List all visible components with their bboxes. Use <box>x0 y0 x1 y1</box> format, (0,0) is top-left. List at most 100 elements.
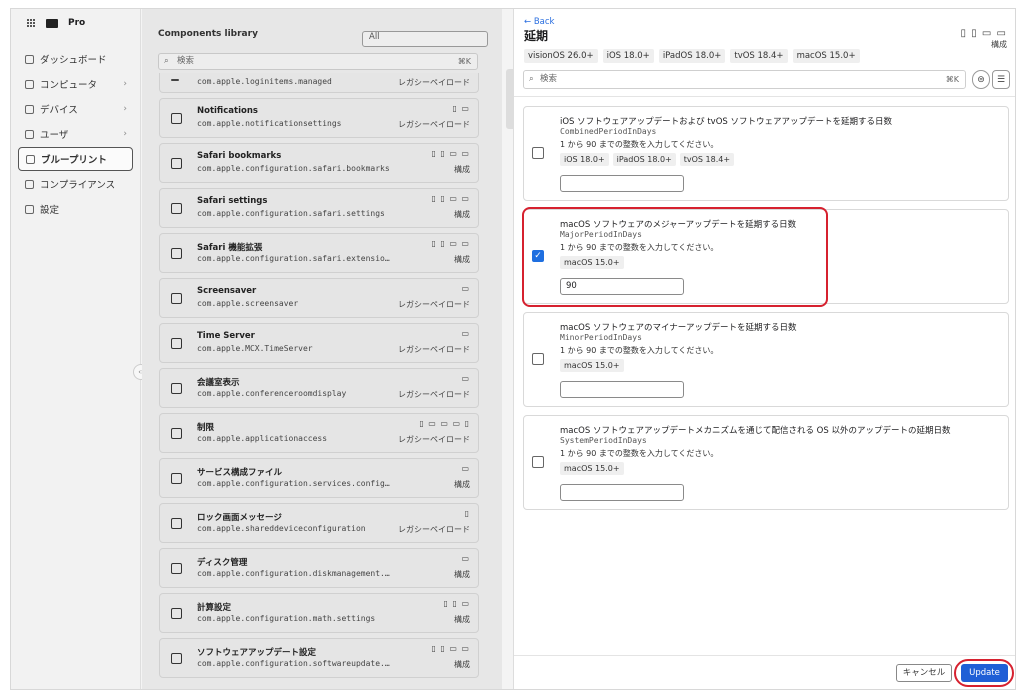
document-icon <box>171 473 182 484</box>
card-subtitle: com.apple.conferenceroomdisplay <box>197 389 347 398</box>
filter-button[interactable]: ⊜ <box>972 70 990 89</box>
components-library: Components library All ⌕ 検索 ⌘K com.apple… <box>142 9 502 689</box>
device-icons: ▭ <box>461 329 470 338</box>
days-input[interactable] <box>560 484 684 501</box>
setting-os-tags: iOS 18.0+ iPadOS 18.0+ tvOS 18.4+ <box>560 153 735 166</box>
card-title: 制限 <box>197 423 215 433</box>
settings-panel: ← Back 延期 ▯ ▯ ▭ ▭ 構成 visionOS 26.0+ iOS … <box>513 9 1015 689</box>
device-icon <box>25 104 34 114</box>
app-window: Pro ダッシュボード コンピュータ › デバイス › ユーザ › ブループリント コ… <box>10 8 1016 690</box>
setting-checkbox[interactable] <box>532 147 544 159</box>
back-link[interactable]: ← Back <box>524 17 554 27</box>
device-icons: ▭ <box>461 464 470 473</box>
setting-row: macOS ソフトウェアのマイナーアップデートを延期する日数 MinorPeri… <box>523 312 1009 407</box>
card-subtitle: com.apple.applicationaccess <box>197 434 328 443</box>
card-subtitle: com.apple.configuration.softwareupdate.s… <box>197 659 393 668</box>
app-grid-icon[interactable] <box>27 18 36 28</box>
puzzle-icon <box>171 248 182 259</box>
sliders-icon <box>171 203 182 214</box>
sidebar-item-compliance[interactable]: コンプライアンス <box>18 172 133 196</box>
library-card[interactable]: Notifications com.apple.notificationsetti… <box>159 98 479 138</box>
sliders-icon <box>171 293 182 304</box>
library-card-list: com.apple.loginitems.managed レガシーペイロード N… <box>159 73 479 683</box>
library-card[interactable]: com.apple.loginitems.managed レガシーペイロード <box>159 73 479 93</box>
card-title: Time Server <box>197 331 255 341</box>
library-card[interactable]: 制限 com.apple.applicationaccess ▯ ▭ ▭ ▭ ▯ レガ… <box>159 413 479 453</box>
card-title: サービス構成ファイル <box>197 468 283 478</box>
library-card[interactable]: Screensaver com.apple.screensaver ▭ レガシーペイロ… <box>159 278 479 318</box>
sidebar-item-dashboard[interactable]: ダッシュボード <box>18 47 133 71</box>
search-shortcut: ⌘K <box>457 57 471 66</box>
setting-checkbox[interactable] <box>532 456 544 468</box>
divider <box>514 96 1015 97</box>
card-type: レガシーペイロード <box>398 435 470 444</box>
library-search-input[interactable]: ⌕ 検索 ⌘K <box>158 53 478 70</box>
adjust-button[interactable]: ☰ <box>992 70 1010 89</box>
brand: Pro <box>11 9 140 37</box>
sliders-icon <box>171 338 182 349</box>
minus-icon <box>171 79 179 81</box>
sidebar-item-label: ブループリント <box>41 155 107 166</box>
sidebar-item-computers[interactable]: コンピュータ › <box>18 72 133 96</box>
device-icons: ▯ ▯ ▭ ▭ <box>431 644 470 653</box>
card-title: Safari 機能拡張 <box>197 243 263 253</box>
library-card[interactable]: ソフトウェアアップデート設定 com.apple.configuration.so… <box>159 638 479 678</box>
annotation-highlight <box>522 207 828 307</box>
os-tag: iOS 18.0+ <box>602 49 654 63</box>
notification-icon <box>171 113 182 124</box>
library-card[interactable]: Safari 機能拡張 com.apple.configuration.safar… <box>159 233 479 273</box>
library-card[interactable]: Time Server com.apple.MCX.TimeServer ▭ レガシー… <box>159 323 479 363</box>
card-title: Screensaver <box>197 286 257 296</box>
card-type: 構成 <box>454 660 470 669</box>
chevron-right-icon: › <box>123 79 127 89</box>
search-icon: ⌕ <box>164 56 169 66</box>
setting-title: macOS ソフトウェアアップデートメカニズムを通じて配信される OS 以外のア… <box>560 426 951 436</box>
sidebar-item-users[interactable]: ユーザ › <box>18 122 133 146</box>
card-type: 構成 <box>454 615 470 624</box>
settings-search-input[interactable]: ⌕ 検索 ⌘K <box>523 70 966 89</box>
setting-checkbox[interactable] <box>532 353 544 365</box>
payload-type: 構成 <box>991 40 1007 49</box>
card-type: レガシーペイロード <box>398 525 470 534</box>
device-icons: ▯ ▯ ▭ <box>443 599 470 608</box>
device-icons: ▭ <box>461 374 470 383</box>
library-card[interactable]: サービス構成ファイル com.apple.configuration.servic… <box>159 458 479 498</box>
page-title: 延期 <box>524 29 549 43</box>
library-card[interactable]: ディスク管理 com.apple.configuration.diskmanage… <box>159 548 479 588</box>
card-subtitle: com.apple.configuration.diskmanagement.s… <box>197 569 393 578</box>
card-title: Safari bookmarks <box>197 151 282 161</box>
card-type: レガシーペイロード <box>398 78 470 87</box>
library-card[interactable]: Safari bookmarks com.apple.configuration.… <box>159 143 479 183</box>
library-card[interactable]: 会議室表示 com.apple.conferenceroomdisplay ▭ レガシ… <box>159 368 479 408</box>
device-icons: ▭ <box>461 554 470 563</box>
display-icon <box>171 383 182 394</box>
card-title: 会議室表示 <box>197 378 240 388</box>
dashboard-icon <box>25 54 34 64</box>
sidebar-item-devices[interactable]: デバイス › <box>18 97 133 121</box>
card-subtitle: com.apple.configuration.math.settings <box>197 614 376 623</box>
setting-title: iOS ソフトウェアアップデートおよび tvOS ソフトウェアアップデートを延期… <box>560 117 893 127</box>
sidebar-item-settings[interactable]: 設定 <box>18 197 133 221</box>
library-card[interactable]: Safari settings com.apple.configuration.s… <box>159 188 479 228</box>
card-subtitle: com.apple.configuration.safari.extension… <box>197 254 393 263</box>
cancel-button[interactable]: キャンセル <box>896 664 952 682</box>
disk-icon <box>171 563 182 574</box>
refresh-icon <box>171 653 182 664</box>
days-input[interactable] <box>560 381 684 398</box>
card-type: 構成 <box>454 210 470 219</box>
setting-title: macOS ソフトウェアのマイナーアップデートを延期する日数 <box>560 323 797 333</box>
card-title: Notifications <box>197 106 258 116</box>
library-filter-select[interactable]: All <box>362 31 488 47</box>
device-icons: ▭ <box>461 284 470 293</box>
library-card[interactable]: 計算設定 com.apple.configuration.math.setting… <box>159 593 479 633</box>
library-card[interactable]: ロック画面メッセージ com.apple.shareddeviceconfigur… <box>159 503 479 543</box>
annotation-highlight <box>954 659 1014 687</box>
filter-value: All <box>369 32 380 42</box>
sidebar-item-blueprints[interactable]: ブループリント <box>18 147 133 171</box>
card-type: 構成 <box>454 480 470 489</box>
card-subtitle: com.apple.shareddeviceconfiguration <box>197 524 366 533</box>
card-type: 構成 <box>454 165 470 174</box>
setting-row: iOS ソフトウェアアップデートおよび tvOS ソフトウェアアップデートを延期… <box>523 106 1009 201</box>
blueprint-icon <box>26 154 35 164</box>
days-input[interactable] <box>560 175 684 192</box>
